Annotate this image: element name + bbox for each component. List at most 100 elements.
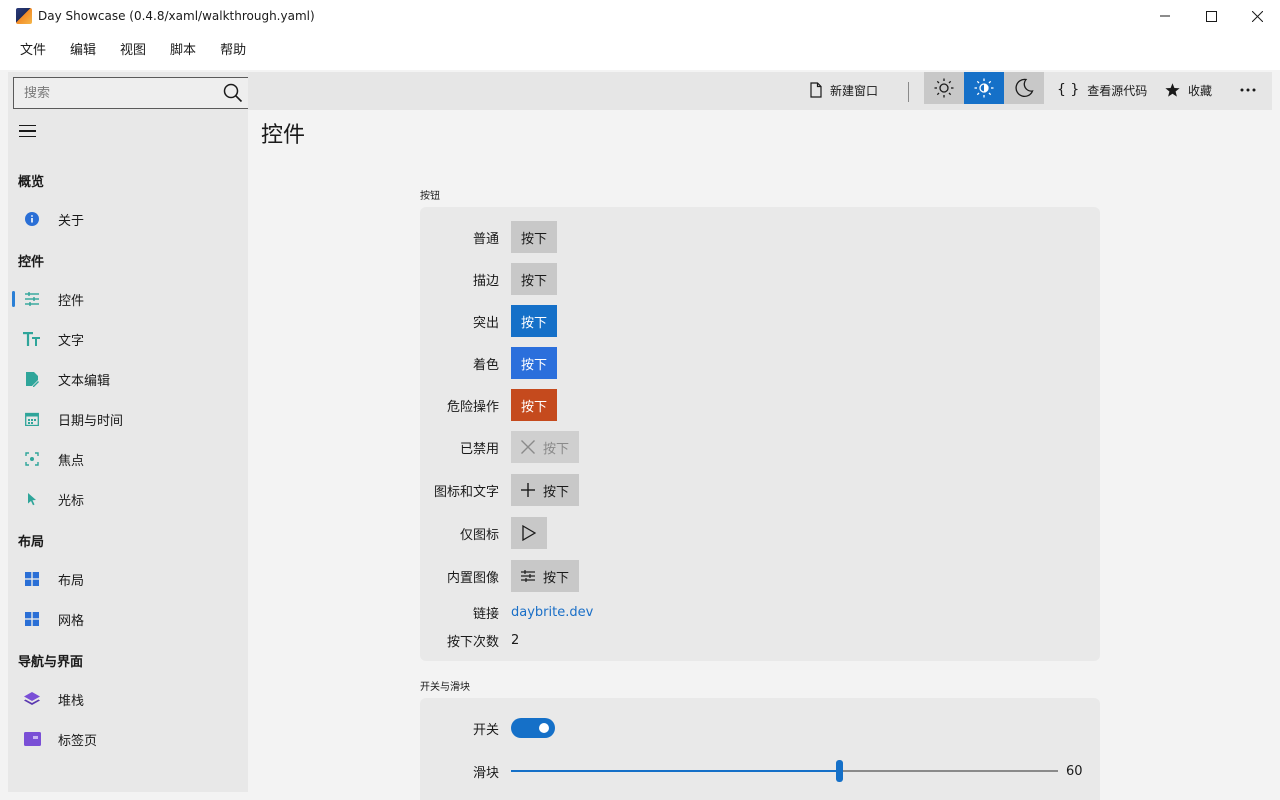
row-press-count: 按下次数 2 <box>420 631 1100 650</box>
sidebar-item-datetime[interactable]: 日期与时间 <box>12 402 244 436</box>
accent-button[interactable]: 按下 <box>511 305 558 337</box>
menu-script[interactable]: 脚本 <box>158 32 208 70</box>
star-icon <box>1165 83 1180 97</box>
row-label: 着色 <box>472 357 499 373</box>
row-builtin-image: 内置图像 按下 <box>420 560 1100 592</box>
press-count-value: 2 <box>511 632 520 648</box>
text-size-icon <box>23 332 40 346</box>
sidebar-item-tabs[interactable]: 标签页 <box>12 722 244 756</box>
disabled-button: 按下 <box>511 431 580 463</box>
row-label: 开关 <box>472 722 499 738</box>
tinted-button[interactable]: 按下 <box>511 347 558 379</box>
menu-help[interactable]: 帮助 <box>208 32 258 70</box>
braces-icon: { } <box>1057 82 1080 98</box>
app-logo-icon <box>16 8 32 24</box>
sidebar-item-label: 网格 <box>58 613 85 629</box>
normal-button[interactable]: 按下 <box>511 221 558 253</box>
sidebar-item-controls[interactable]: 控件 <box>12 282 244 316</box>
theme-dark-button[interactable] <box>1004 72 1044 104</box>
row-icon-only: 仅图标 <box>420 517 1100 549</box>
sidebar-item-about[interactable]: 关于 <box>12 202 244 236</box>
sidebar-item-focus[interactable]: 焦点 <box>12 442 244 476</box>
sidebar-item-label: 标签页 <box>58 733 98 749</box>
search-button[interactable] <box>216 78 250 108</box>
page-title: 控件 <box>261 123 306 148</box>
close-icon <box>1251 10 1263 22</box>
new-window-button[interactable]: 新建窗口 <box>810 72 878 108</box>
danger-button[interactable]: 按下 <box>511 389 558 421</box>
sidebar-item-cursor[interactable]: 光标 <box>12 482 244 516</box>
favorite-button[interactable]: 收藏 <box>1165 72 1212 108</box>
sidebar-item-label: 关于 <box>58 213 85 229</box>
switches-card: 开关 滑块 60 <box>420 698 1100 800</box>
section-label-switches: 开关与滑块 <box>420 682 470 693</box>
sidebar-item-label: 堆栈 <box>58 693 85 709</box>
minimize-icon <box>1160 15 1170 17</box>
view-source-label: 查看源代码 <box>1087 83 1148 98</box>
close-window-button[interactable] <box>1234 0 1280 32</box>
grid-icon <box>25 612 39 626</box>
info-icon <box>25 212 39 226</box>
row-icon-text: 图标和文字 按下 <box>420 474 1100 506</box>
section-label-buttons: 按钮 <box>420 191 440 202</box>
view-source-button[interactable]: { } 查看源代码 <box>1057 72 1147 108</box>
row-label: 已禁用 <box>459 441 499 457</box>
row-label: 危险操作 <box>446 399 499 415</box>
row-label: 仅图标 <box>459 527 499 543</box>
builtin-image-button-label: 按下 <box>543 570 570 586</box>
sidebar-item-text[interactable]: 文字 <box>12 322 244 356</box>
sidebar-item-text-edit[interactable]: 文本编辑 <box>12 362 244 396</box>
tab-icon <box>23 732 41 746</box>
document-icon <box>810 82 822 98</box>
row-label: 内置图像 <box>446 570 499 586</box>
theme-contrast-button[interactable] <box>964 72 1004 104</box>
row-label: 滑块 <box>472 765 499 781</box>
sidebar-item-stack[interactable]: 堆栈 <box>12 682 244 716</box>
buttons-card: 普通 按下 描边 按下 突出 按下 着色 按下 危险操作 按下 已禁用 按下 图… <box>420 207 1100 661</box>
menu-edit[interactable]: 编辑 <box>58 32 108 70</box>
edit-document-icon <box>26 371 39 387</box>
nav-header-navigation: 导航与界面 <box>18 655 84 670</box>
outline-button[interactable]: 按下 <box>511 263 558 295</box>
daybrite-link[interactable]: daybrite.dev <box>511 605 593 620</box>
theme-light-button[interactable] <box>924 72 964 104</box>
menu-view[interactable]: 视图 <box>108 32 158 70</box>
row-label: 按下次数 <box>446 634 499 650</box>
search-input[interactable] <box>14 85 216 101</box>
command-bar: 新建窗口 { } 查看源代码 收藏 <box>248 72 1272 110</box>
toggle-switch[interactable] <box>511 718 555 738</box>
play-button[interactable] <box>511 517 547 549</box>
sidebar-item-grid[interactable]: 网格 <box>12 602 244 636</box>
sun-icon <box>934 78 954 98</box>
calendar-icon <box>25 412 39 426</box>
close-icon <box>521 440 535 454</box>
nav-header-controls: 控件 <box>18 255 45 270</box>
row-slider: 滑块 60 <box>420 760 1100 782</box>
sidebar-item-label: 焦点 <box>58 453 85 469</box>
sidebar-item-label: 日期与时间 <box>58 413 124 429</box>
play-icon <box>522 525 536 541</box>
menu-file[interactable]: 文件 <box>8 32 58 70</box>
layout-icon <box>25 572 39 586</box>
row-link: 链接 daybrite.dev <box>420 603 1100 622</box>
title-bar: Day Showcase (0.4.8/xaml/walkthrough.yam… <box>0 0 1280 32</box>
minimize-button[interactable] <box>1142 0 1188 32</box>
sidebar: 概览 关于 控件 控件 文字 文本编辑 日期与时间 焦点 光标 布局 布局 网格… <box>8 72 251 792</box>
row-label: 普通 <box>472 231 499 247</box>
maximize-button[interactable] <box>1188 0 1234 32</box>
row-accent: 突出 按下 <box>420 305 1100 337</box>
row-danger: 危险操作 按下 <box>420 389 1100 421</box>
sliders-icon <box>25 292 39 306</box>
more-button[interactable] <box>1238 72 1258 108</box>
sidebar-item-layout[interactable]: 布局 <box>12 562 244 596</box>
moon-icon <box>1015 78 1034 98</box>
hamburger-menu-button[interactable] <box>16 120 40 142</box>
focus-icon <box>25 452 39 466</box>
row-normal: 普通 按下 <box>420 221 1100 253</box>
slider[interactable] <box>511 760 1058 782</box>
slider-fill <box>511 770 840 772</box>
builtin-image-button[interactable]: 按下 <box>511 560 580 592</box>
icon-text-button-label: 按下 <box>543 484 570 500</box>
slider-thumb[interactable] <box>836 760 844 782</box>
icon-text-button[interactable]: 按下 <box>511 474 580 506</box>
